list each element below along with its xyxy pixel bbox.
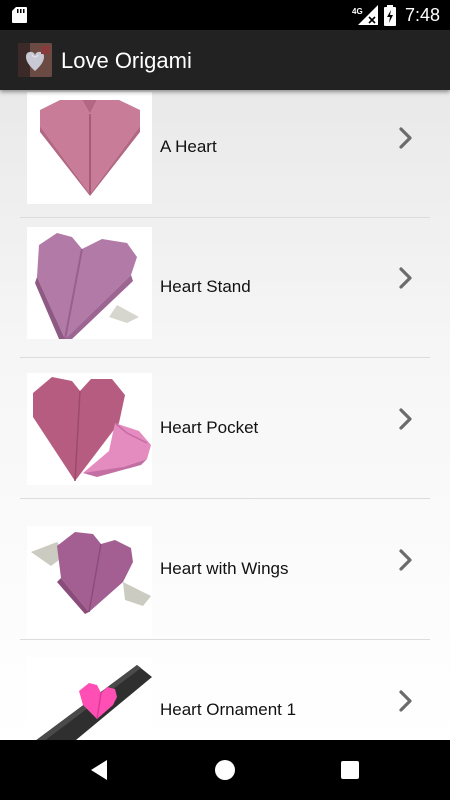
heart-thumbnail	[27, 92, 152, 204]
heart-pocket-thumbnail	[27, 373, 152, 485]
chevron-right-icon	[399, 690, 412, 712]
sd-card-icon	[12, 7, 27, 23]
chevron-right-icon	[399, 408, 412, 430]
status-bar: 4G 7:48	[0, 0, 450, 30]
item-label: Heart Stand	[160, 277, 251, 296]
recents-icon[interactable]	[335, 755, 365, 785]
status-time: 7:48	[405, 5, 441, 25]
list-item-heart-stand[interactable]: Heart Stand	[20, 218, 430, 358]
list-item-heart-with-wings[interactable]: Heart with Wings	[20, 500, 430, 640]
app-bar: Love Origami	[0, 30, 450, 90]
app-title: Love Origami	[61, 48, 192, 73]
item-label: Heart Ornament 1	[160, 700, 297, 719]
chevron-right-icon	[399, 549, 412, 571]
list-item-heart-pocket[interactable]: Heart Pocket	[20, 359, 430, 499]
heart-with-wings-thumbnail	[27, 526, 152, 638]
signal-icon: 4G	[352, 5, 378, 25]
list-item-heart-ornament-1[interactable]: Heart Ornament 1	[20, 641, 430, 740]
origami-list: A Heart Heart Stand Heart Pocket Heart w…	[0, 90, 450, 740]
network-type-label: 4G	[352, 7, 363, 16]
item-label: Heart with Wings	[160, 559, 289, 578]
back-icon[interactable]	[85, 755, 115, 785]
list-item-a-heart[interactable]: A Heart	[20, 90, 430, 218]
home-icon[interactable]	[210, 755, 240, 785]
navigation-bar	[0, 740, 450, 800]
item-label: A Heart	[160, 137, 217, 156]
battery-icon	[384, 5, 396, 26]
app-logo-icon	[18, 43, 52, 77]
chevron-right-icon	[399, 267, 412, 289]
chevron-right-icon	[399, 127, 412, 149]
heart-ornament-thumbnail	[27, 657, 152, 740]
heart-stand-thumbnail	[27, 227, 152, 339]
item-label: Heart Pocket	[160, 418, 259, 437]
